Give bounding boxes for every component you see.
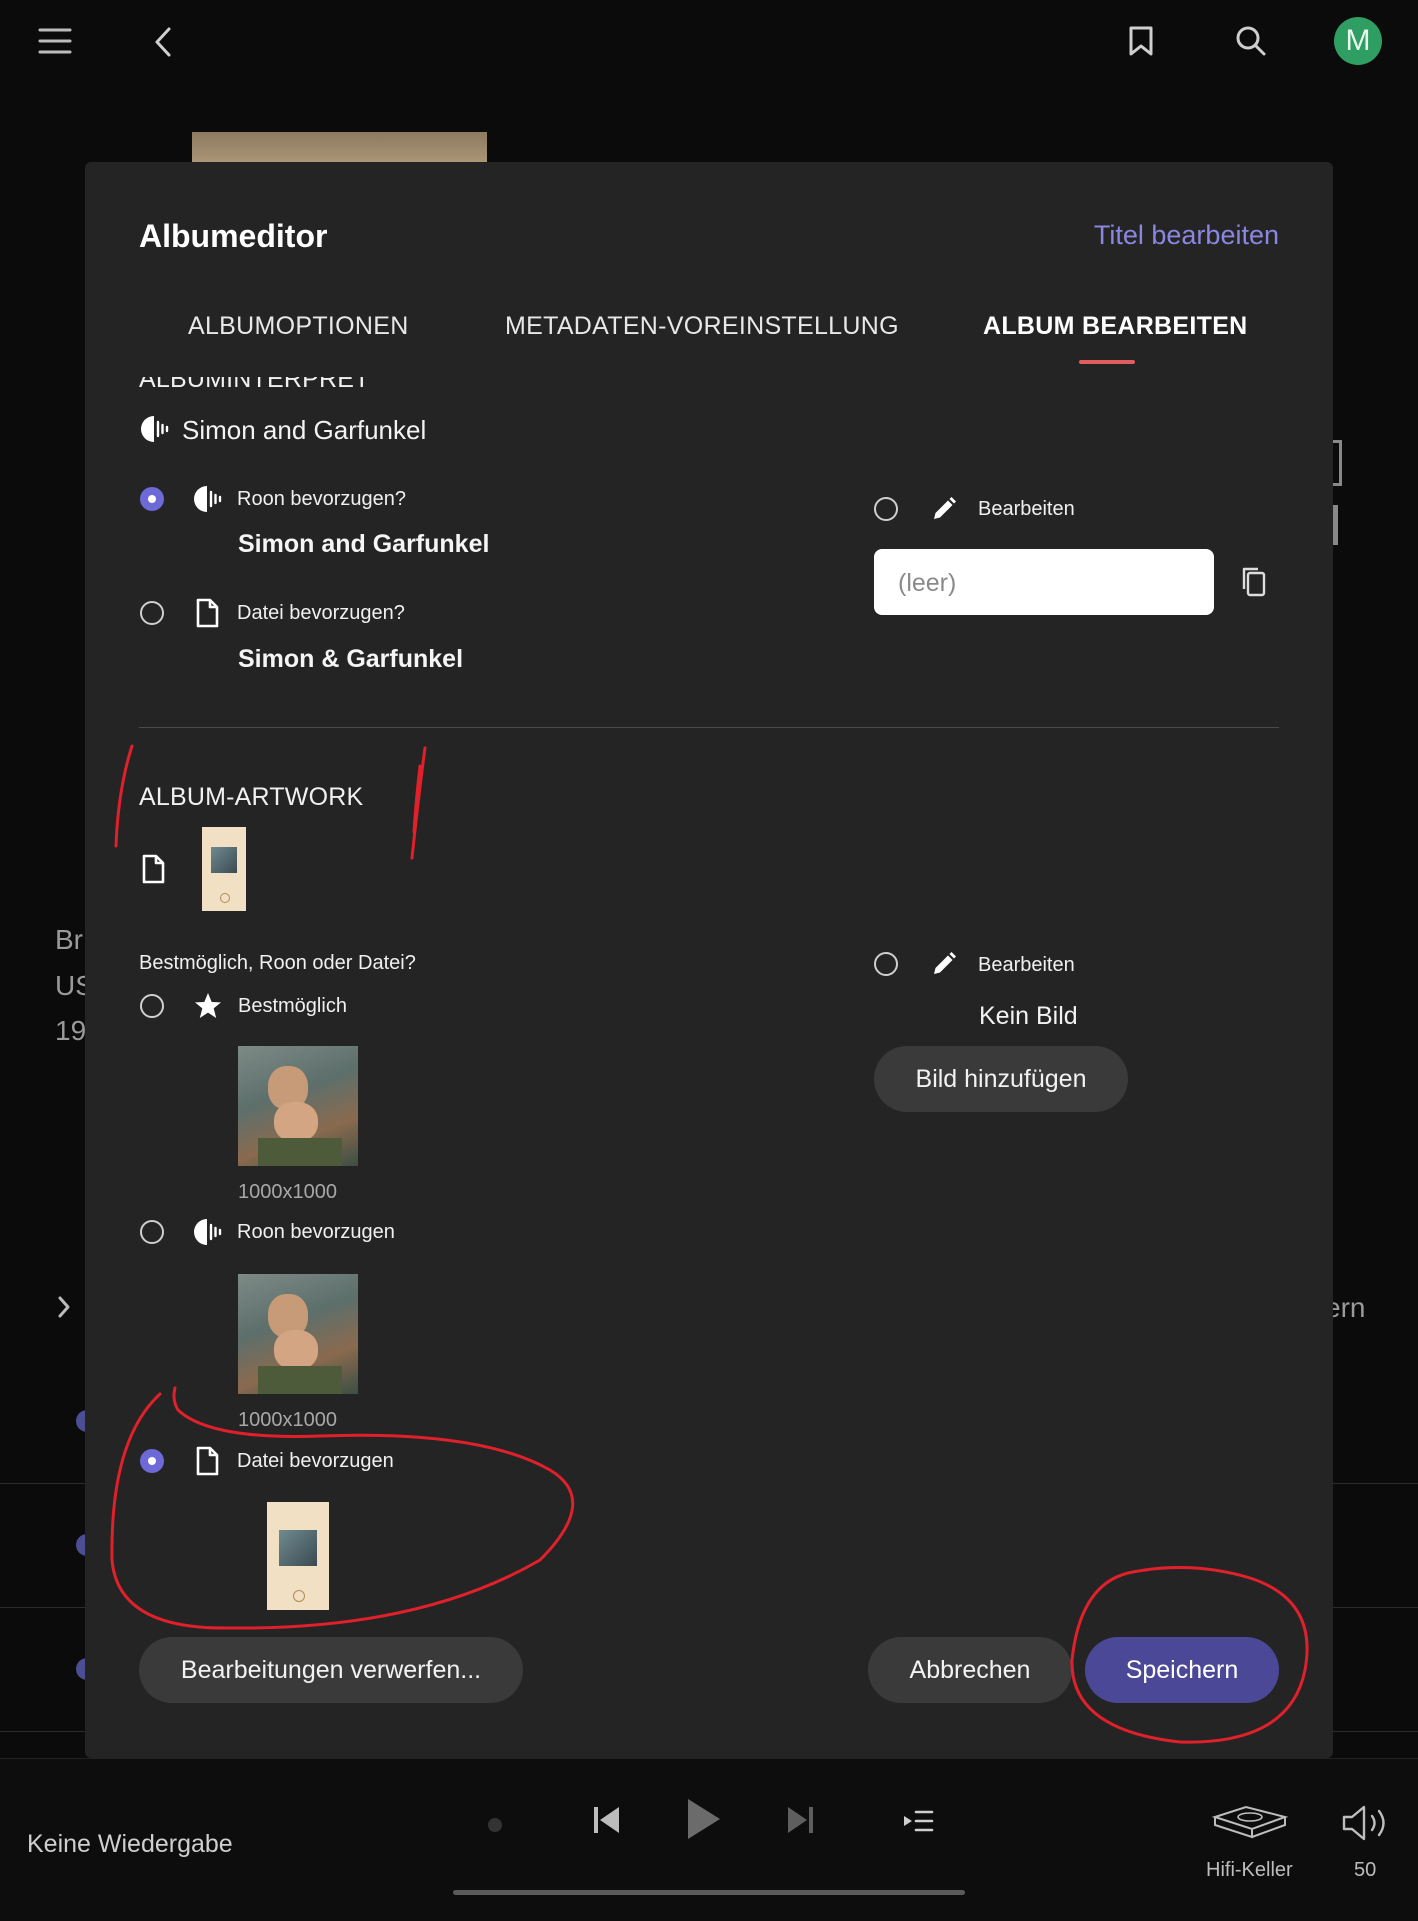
artwork-question: Bestmöglich, Roon oder Datei? xyxy=(139,952,416,974)
artwork-best-thumbnail xyxy=(238,1046,358,1166)
save-button[interactable]: Speichern xyxy=(1085,1637,1279,1703)
roon-icon xyxy=(139,414,169,449)
zone-name[interactable]: Hifi-Keller xyxy=(1206,1859,1293,1882)
active-tab-indicator xyxy=(1079,360,1135,364)
bookmark-icon[interactable] xyxy=(1124,22,1158,60)
album-artwork-heading: ALBUM-ARTWORK xyxy=(139,783,364,811)
background-text-1: Br xyxy=(55,924,83,955)
tab-album-options[interactable]: ALBUMOPTIONEN xyxy=(188,312,409,341)
dialog-title: Albumeditor xyxy=(139,218,328,254)
zone-device-icon[interactable] xyxy=(1211,1803,1289,1848)
avatar-letter: M xyxy=(1345,24,1371,57)
pencil-icon xyxy=(930,495,958,528)
artist-edit-input[interactable]: (leer) xyxy=(874,549,1214,615)
album-artist-heading: ALBUMINTERPRET xyxy=(139,377,370,393)
copy-icon[interactable] xyxy=(1240,565,1268,604)
tab-metadata-preferences[interactable]: METADATEN-VOREINSTELLUNG xyxy=(505,312,899,341)
star-icon xyxy=(193,991,223,1026)
background-bar xyxy=(1333,505,1338,545)
player-bar: Keine Wiedergabe Hifi-Keller 50 xyxy=(0,1758,1418,1921)
radio-artist-prefer-roon[interactable] xyxy=(140,487,164,511)
next-icon[interactable] xyxy=(785,1804,815,1841)
background-bracket xyxy=(1333,440,1342,486)
radio-artwork-edit[interactable] xyxy=(874,952,898,976)
roon-icon xyxy=(192,484,222,519)
file-icon xyxy=(141,854,165,889)
add-image-button[interactable]: Bild hinzufügen xyxy=(874,1046,1128,1112)
artist-file-value: Simon & Garfunkel xyxy=(238,645,464,673)
background-text-3: 19 xyxy=(55,1015,87,1046)
artist-prefer-roon-label: Roon bevorzugen? xyxy=(237,488,407,510)
artwork-edit-label: Bearbeiten xyxy=(978,954,1075,976)
previous-icon[interactable] xyxy=(592,1804,622,1841)
menu-icon[interactable] xyxy=(36,24,74,58)
roon-icon xyxy=(192,1217,222,1252)
artwork-prefer-file-label: Datei bevorzugen xyxy=(237,1450,394,1472)
album-artist-current: Simon and Garfunkel xyxy=(182,415,427,445)
discard-edits-button[interactable]: Bearbeitungen verwerfen... xyxy=(139,1637,523,1703)
back-icon[interactable] xyxy=(146,24,180,60)
no-image-text: Kein Bild xyxy=(979,1002,1078,1030)
section-divider xyxy=(139,727,1279,728)
artist-edit-label: Bearbeiten xyxy=(978,498,1075,520)
progress-dot xyxy=(488,1818,502,1832)
radio-artist-prefer-file[interactable] xyxy=(140,601,164,625)
edit-title-link[interactable]: Titel bearbeiten xyxy=(1094,220,1279,251)
artist-roon-value: Simon and Garfunkel xyxy=(238,530,490,558)
radio-artwork-best[interactable] xyxy=(140,994,164,1018)
radio-artwork-prefer-roon[interactable] xyxy=(140,1220,164,1244)
file-icon xyxy=(195,598,219,633)
file-icon xyxy=(195,1446,219,1481)
playback-status: Keine Wiedergabe xyxy=(27,1830,233,1858)
queue-icon[interactable] xyxy=(902,1809,934,1838)
radio-artist-edit[interactable] xyxy=(874,497,898,521)
pencil-icon xyxy=(930,950,958,983)
album-editor-dialog: Albumeditor Titel bearbeiten ALBUMOPTION… xyxy=(85,162,1333,1758)
tab-edit-album[interactable]: ALBUM BEARBEITEN xyxy=(983,312,1248,341)
volume-level: 50 xyxy=(1354,1859,1377,1881)
home-indicator xyxy=(453,1890,965,1895)
avatar[interactable]: M xyxy=(1334,17,1382,65)
current-artwork-thumbnail xyxy=(202,827,246,911)
search-icon[interactable] xyxy=(1232,22,1270,60)
volume-icon[interactable] xyxy=(1340,1803,1392,1848)
background-chevron-icon[interactable] xyxy=(56,1294,72,1325)
radio-artwork-prefer-file[interactable] xyxy=(140,1449,164,1473)
play-icon[interactable] xyxy=(686,1797,722,1846)
artwork-file-thumbnail xyxy=(267,1502,329,1610)
artwork-roon-thumbnail xyxy=(238,1274,358,1394)
artwork-roon-size: 1000x1000 xyxy=(238,1409,337,1431)
artwork-best-size: 1000x1000 xyxy=(238,1181,337,1203)
cancel-button[interactable]: Abbrechen xyxy=(868,1637,1072,1703)
artwork-best-label: Bestmöglich xyxy=(238,995,347,1017)
artist-prefer-file-label: Datei bevorzugen? xyxy=(237,602,405,624)
artwork-prefer-roon-label: Roon bevorzugen xyxy=(237,1221,395,1243)
